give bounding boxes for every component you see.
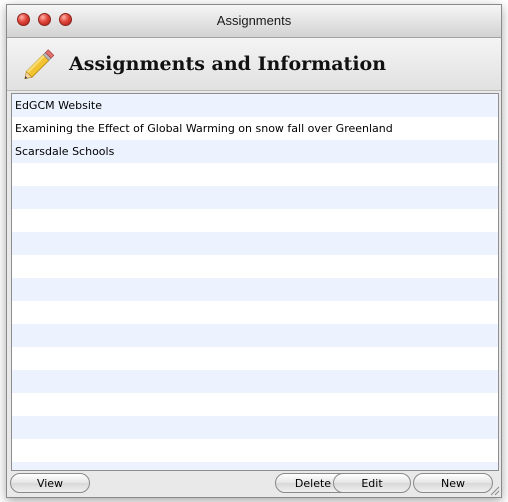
empty-row [12,209,498,232]
empty-row [12,416,498,439]
window-title: Assignments [216,13,292,28]
view-button[interactable]: View [10,473,90,493]
empty-row [12,278,498,301]
new-button[interactable]: New [413,473,493,493]
button-bar: View Delete Edit New [7,471,501,497]
pencil-icon [24,49,55,80]
assignments-list[interactable]: EdGCM Website Examining the Effect of Gl… [11,93,499,471]
empty-row [12,163,498,186]
empty-row [12,324,498,347]
empty-row [12,347,498,370]
edit-button[interactable]: Edit [333,473,411,493]
empty-row [12,439,498,462]
list-item[interactable]: EdGCM Website [12,94,498,117]
empty-row [12,255,498,278]
resize-grip-icon[interactable] [488,484,500,496]
header-panel: Assignments and Information [7,38,501,91]
list-item[interactable]: Scarsdale Schools [12,140,498,163]
assignments-window: Assignments Assignments and Information … [6,4,502,498]
list-item[interactable]: Examining the Effect of Global Warming o… [12,117,498,140]
empty-row [12,186,498,209]
header-title: Assignments and Information [69,53,387,75]
empty-row [12,393,498,416]
empty-row [12,462,498,470]
empty-row [12,232,498,255]
empty-row [12,370,498,393]
empty-row [12,301,498,324]
title-bar[interactable]: Assignments [7,5,501,38]
